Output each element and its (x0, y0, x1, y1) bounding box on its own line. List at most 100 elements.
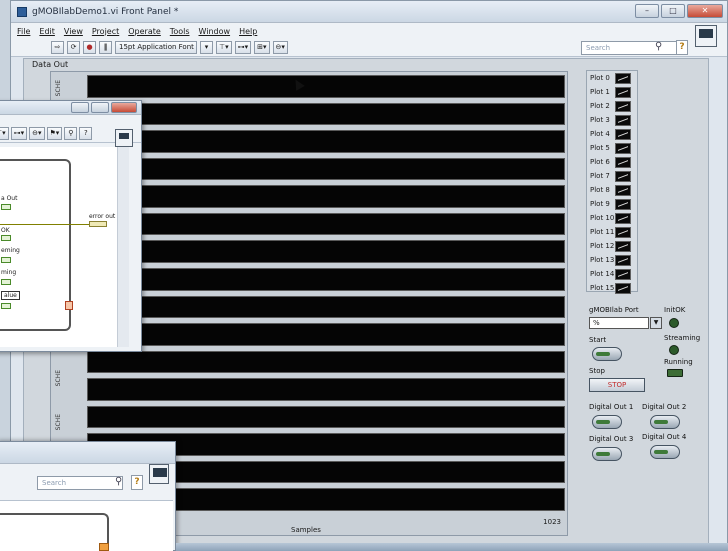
cleanup-icon[interactable]: ⚑▾ (46, 127, 63, 140)
legend-item[interactable]: Plot 6 (587, 155, 637, 169)
menu-window[interactable]: Window (199, 27, 231, 36)
reorder-icon[interactable]: ⊖▾ (29, 127, 45, 140)
graph-label: Data Out (32, 60, 69, 69)
digital-out-3-toggle[interactable] (592, 447, 622, 461)
legend-item[interactable]: Plot 3 (587, 113, 637, 127)
stop-label: Stop (589, 367, 605, 375)
digital-out-2-toggle[interactable] (650, 415, 680, 429)
legend-item[interactable]: Plot 14 (587, 267, 637, 281)
font-select[interactable]: 15pt Application Font (115, 41, 197, 54)
close-icon[interactable] (111, 102, 137, 113)
align-objects-icon[interactable]: ⊤▾ (0, 127, 9, 140)
close-icon[interactable]: ✕ (687, 4, 723, 18)
menu-bar: File Edit View Project Operate Tools Win… (11, 23, 727, 39)
block-diagram-canvas[interactable]: a Out error out OK eming ming alue (0, 147, 129, 347)
init-ok-label: InitOK (664, 306, 686, 314)
align-objects-icon[interactable]: ⊤▾ (216, 41, 232, 54)
bd-terminal (1, 279, 11, 285)
menu-operate[interactable]: Operate (128, 27, 161, 36)
legend-item[interactable]: Plot 0 (587, 71, 637, 85)
help-icon[interactable]: ? (79, 127, 93, 140)
menu-file[interactable]: File (17, 27, 30, 36)
legend-label: Plot 14 (590, 270, 615, 278)
maximize-icon[interactable]: □ (661, 4, 685, 18)
while-loop (0, 513, 109, 551)
legend-item[interactable]: Plot 1 (587, 85, 637, 99)
plot-line-icon (615, 226, 631, 238)
legend-item[interactable]: Plot 8 (587, 183, 637, 197)
abort-icon[interactable]: ● (83, 41, 96, 54)
menu-view[interactable]: View (64, 27, 83, 36)
legend-label: Plot 5 (590, 144, 610, 152)
block-diagram-window: ⊤▾ ⊶▾ ⊖▾ ⚑▾ ⚲ ? a Out error out OK eming… (0, 100, 142, 352)
window-title: gMOBIlabDemo1.vi Front Panel * (32, 6, 179, 17)
menu-tools[interactable]: Tools (170, 27, 190, 36)
plot-line-icon (615, 72, 631, 84)
port-label: gMOBIlab Port (589, 306, 639, 314)
stop-button[interactable]: STOP (589, 378, 645, 392)
digital-out-1-toggle[interactable] (592, 415, 622, 429)
secondary-title-bar[interactable] (0, 442, 175, 464)
help-icon[interactable]: ? (676, 40, 688, 55)
legend-label: Plot 4 (590, 130, 610, 138)
vi-connector-icon[interactable] (115, 129, 133, 147)
bd-title-bar[interactable] (0, 101, 141, 115)
run-arrow-icon[interactable]: ⇨ (51, 41, 64, 54)
legend-item[interactable]: Plot 4 (587, 127, 637, 141)
search-icon[interactable]: ⚲ (64, 127, 78, 140)
plot-line-icon (615, 142, 631, 154)
run-continuously-icon[interactable]: ⟳ (67, 41, 80, 54)
resize-objects-icon[interactable]: ⊞▾ (254, 41, 270, 54)
legend-item[interactable]: Plot 13 (587, 253, 637, 267)
plot-strip (87, 350, 565, 374)
menu-edit[interactable]: Edit (39, 27, 55, 36)
help-icon[interactable]: ? (131, 475, 143, 490)
menu-help[interactable]: Help (239, 27, 257, 36)
vi-connector-icon[interactable] (149, 464, 169, 484)
legend-label: Plot 13 (590, 256, 615, 264)
font-dropdown-icon[interactable]: ▾ (200, 41, 213, 54)
reorder-icon[interactable]: ⊖▾ (272, 41, 288, 54)
menu-project[interactable]: Project (92, 27, 119, 36)
legend-item[interactable]: Plot 5 (587, 141, 637, 155)
chevron-down-icon[interactable]: ▼ (650, 317, 662, 329)
plot-strip (87, 75, 565, 98)
legend-item[interactable]: Plot 2 (587, 99, 637, 113)
legend-label: Plot 10 (590, 214, 615, 222)
vi-connector-icon[interactable] (695, 25, 717, 47)
legend-item[interactable]: Plot 7 (587, 169, 637, 183)
maximize-icon[interactable] (91, 102, 109, 113)
plot-legend[interactable]: Plot 0 Plot 1 Plot 2 Plot 3 Plot 4 Plot … (586, 70, 638, 295)
legend-label: Plot 9 (590, 200, 610, 208)
title-bar[interactable]: gMOBIlabDemo1.vi Front Panel * – □ ✕ (11, 1, 727, 23)
start-toggle[interactable] (592, 347, 622, 361)
digital-out-4-toggle[interactable] (650, 445, 680, 459)
distribute-objects-icon[interactable]: ⊶▾ (234, 41, 252, 54)
bd-case-selector[interactable]: alue (1, 291, 20, 300)
bd-running-label: ming (1, 269, 17, 276)
minimize-icon[interactable]: – (635, 4, 659, 18)
minimize-icon[interactable] (71, 102, 89, 113)
legend-item[interactable]: Plot 10 (587, 211, 637, 225)
search-icon[interactable]: ⚲ (115, 476, 122, 487)
bd-streaming-label: eming (1, 247, 20, 254)
legend-item[interactable]: Plot 9 (587, 197, 637, 211)
legend-label: Plot 8 (590, 186, 610, 194)
search-input[interactable]: Search (37, 476, 123, 490)
port-select[interactable]: % (589, 317, 649, 329)
legend-item[interactable]: Plot 11 (587, 225, 637, 239)
bd-menu-bar (0, 115, 141, 125)
search-icon[interactable]: ⚲ (655, 41, 662, 52)
legend-label: Plot 6 (590, 158, 610, 166)
legend-item[interactable]: Plot 15 (587, 281, 637, 295)
vertical-scrollbar[interactable] (117, 147, 129, 347)
bd-wire (0, 224, 91, 225)
plot-line-icon (615, 198, 631, 210)
legend-label: Plot 1 (590, 88, 610, 96)
secondary-canvas[interactable] (0, 500, 173, 551)
pause-icon[interactable]: ‖ (99, 41, 112, 54)
legend-item[interactable]: Plot 12 (587, 239, 637, 253)
distribute-objects-icon[interactable]: ⊶▾ (10, 127, 28, 140)
search-input[interactable]: Search (581, 41, 679, 55)
bd-window-controls (71, 102, 137, 113)
